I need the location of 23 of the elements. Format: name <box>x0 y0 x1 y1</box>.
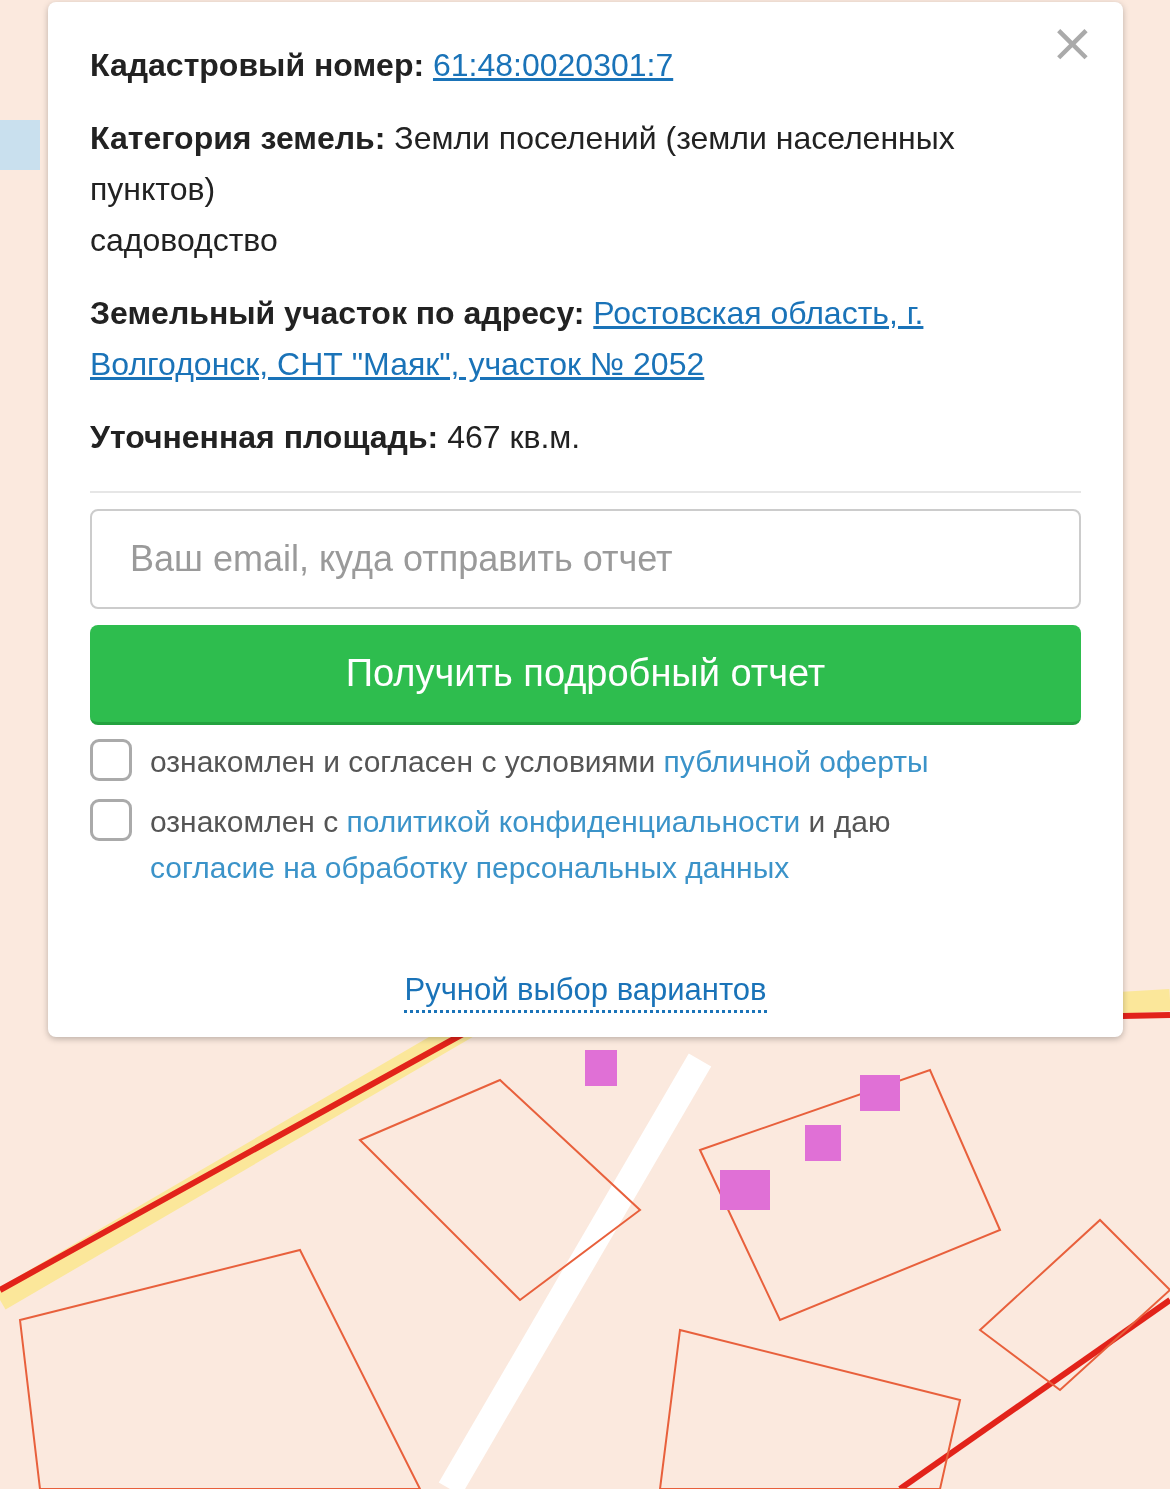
field-label: Уточненная площадь: <box>90 419 439 455</box>
field-label: Категория земель: <box>90 120 386 156</box>
field-value: 467 кв.м. <box>447 419 581 455</box>
field-label: Земельный участок по адресу: <box>90 295 585 331</box>
consent-link[interactable]: политикой конфиденциальности <box>346 805 801 838</box>
checkbox[interactable] <box>90 799 132 841</box>
field-note: садоводство <box>90 221 279 260</box>
report-button[interactable]: Получить подробный отчет <box>90 625 1081 725</box>
field-link[interactable]: 61:48:0020301:7 <box>432 47 674 83</box>
field-label: Кадастровый номер: <box>90 47 425 83</box>
email-field[interactable]: Ваш email, куда отправить отчет <box>90 509 1081 609</box>
consent-text: и даю <box>808 805 891 838</box>
consent-link[interactable]: согласие на обработку персональных данных <box>150 851 790 884</box>
field-link[interactable]: Волгодонск, СНТ "Маяк", участок № 2052 <box>90 346 705 382</box>
checkbox[interactable] <box>90 739 132 781</box>
manual-selection-link[interactable]: Ручной выбор вариантов <box>404 970 767 1013</box>
consent-text: ознакомлен с <box>150 805 339 838</box>
field-value: пунктов) <box>90 171 216 207</box>
consent-link[interactable]: публичной оферты <box>663 745 929 778</box>
close-button[interactable]: × <box>1043 16 1101 70</box>
consent-text: ознакомлен и согласен с условиями <box>150 745 656 778</box>
field-link[interactable]: Ростовская область, г. <box>593 295 924 331</box>
field-value: Земли поселений (земли населенных <box>394 120 955 156</box>
